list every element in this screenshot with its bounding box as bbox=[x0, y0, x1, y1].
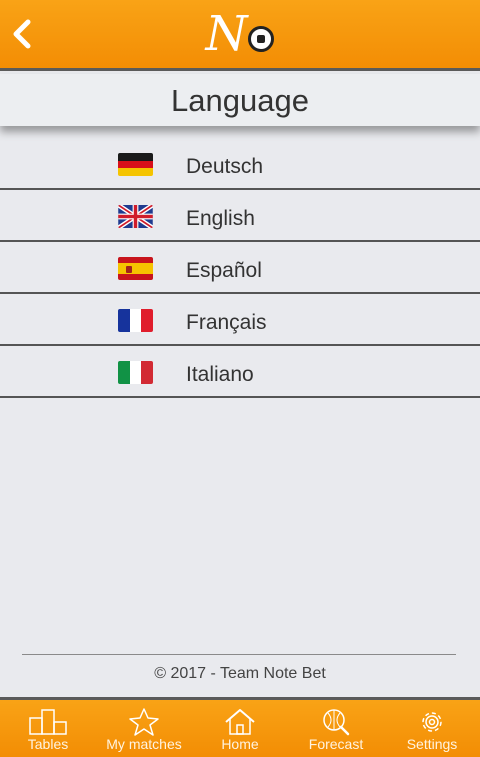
language-item-espanol[interactable]: Español bbox=[0, 242, 480, 294]
nav-home-label: Home bbox=[221, 736, 259, 752]
language-item-italiano[interactable]: Italiano bbox=[0, 346, 480, 398]
chevron-left-icon bbox=[13, 19, 31, 49]
language-label: Italiano bbox=[186, 363, 254, 386]
star-icon bbox=[129, 708, 159, 736]
language-list: Deutsch English Español Français Italian… bbox=[0, 138, 480, 398]
podium-icon bbox=[29, 709, 67, 735]
france-flag-icon bbox=[118, 309, 153, 332]
language-label: Français bbox=[186, 311, 267, 334]
nav-home[interactable]: Home bbox=[192, 700, 288, 757]
nav-forecast[interactable]: Forecast bbox=[288, 700, 384, 757]
footer-divider bbox=[22, 654, 456, 655]
language-item-francais[interactable]: Français bbox=[0, 294, 480, 346]
language-item-english[interactable]: English bbox=[0, 190, 480, 242]
top-bar: NteBet bbox=[0, 0, 480, 126]
magnifier-ball-icon bbox=[323, 709, 350, 736]
nav-my-matches[interactable]: My matches bbox=[96, 700, 192, 757]
language-item-deutsch[interactable]: Deutsch bbox=[0, 138, 480, 190]
language-label: Español bbox=[186, 259, 262, 282]
page-title: Language bbox=[0, 74, 480, 126]
uk-flag-icon bbox=[118, 205, 153, 228]
germany-flag-icon bbox=[118, 153, 153, 176]
nav-my-matches-label: My matches bbox=[106, 736, 182, 752]
nav-tables-label: Tables bbox=[27, 736, 69, 752]
language-label: English bbox=[186, 207, 255, 230]
home-icon bbox=[225, 709, 255, 735]
nav-tables[interactable]: Tables bbox=[0, 700, 96, 757]
language-label: Deutsch bbox=[186, 155, 264, 178]
back-button[interactable] bbox=[8, 14, 38, 54]
italy-flag-icon bbox=[118, 361, 153, 384]
nav-settings-label: Settings bbox=[406, 736, 458, 752]
nav-forecast-label: Forecast bbox=[308, 736, 364, 752]
spain-flag-icon bbox=[118, 257, 153, 280]
nav-settings[interactable]: Settings bbox=[384, 700, 480, 757]
bottom-nav: Tables My matches Home Forecast Settings bbox=[0, 697, 480, 757]
notebet-logo: NteBet bbox=[150, 2, 330, 126]
soccer-ball-icon bbox=[247, 26, 274, 52]
copyright-text: © 2017 - Team Note Bet bbox=[154, 665, 326, 682]
gear-icon bbox=[422, 712, 442, 732]
